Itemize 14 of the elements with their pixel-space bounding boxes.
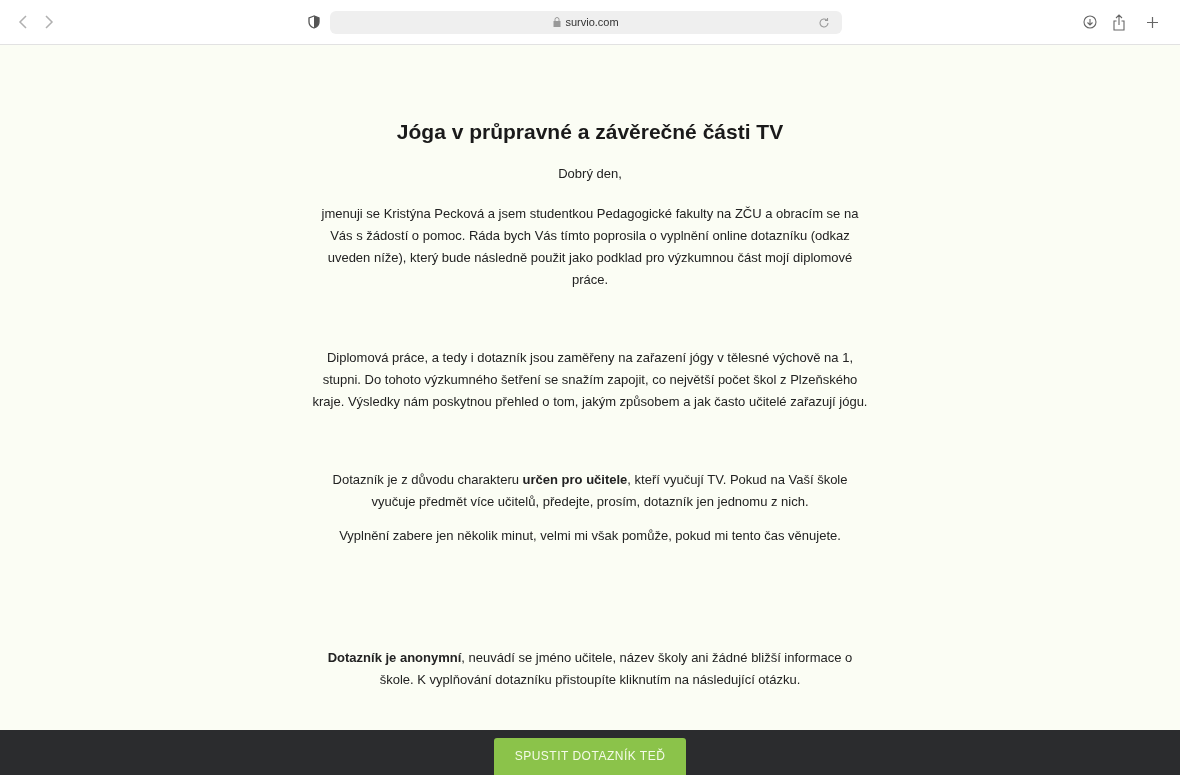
shield-icon[interactable]: [308, 15, 320, 29]
greeting-text: Dobrý den,: [558, 165, 622, 183]
address-bar[interactable]: survio.com: [330, 10, 842, 34]
intro-paragraph: Vyplnění zabere jen několik minut, velmi mi však pomůže, pokud mi tento čas věnujete.: [338, 527, 842, 545]
intro-paragraph: Dotazník je z důvodu charakteru určen pro učitele, kteří vyučují TV. Pokud na Vaší škole vyučuje předmět více učitelů, předejte, prosím, dotazník jen jednomu z nich.: [331, 471, 849, 511]
lock-icon: [553, 17, 562, 27]
share-icon[interactable]: [1112, 13, 1126, 31]
intro-paragraph: Diplomová práce, a tedy i dotazník jsou zaměřeny na zařazení jógy v tělesné výchově na 1, stupni. Do tohoto výzkumného šetření se snažím zapojit, co největší počet škol z Plzeňského kraje. Výsledky nám poskytnou přehled o tom, jakým způsobem a jak často učitelé zařazují jógu.: [311, 349, 869, 411]
address-text: survio.com: [565, 16, 619, 28]
download-icon[interactable]: [1083, 15, 1097, 29]
intro-paragraph: jmenuji se Kristýna Pecková a jsem studentkou Pedagogické fakulty na ZČU a obracím se na Vás s žádostí o pomoc. Ráda bych Vás tímto poprosila o vyplnění online dotazníku (odkaz uveden níže), který bude následně použit jako podklad pro výzkumnou část mojí diplomové práce.: [320, 205, 860, 289]
intro-paragraph: Dotazník je anonymní, neuvádí se jméno učitele, název školy ani žádné bližší informace o škole. K vyplňování dotazníku přistoupíte kliknutím na následující otázku.: [326, 649, 854, 689]
new-tab-icon[interactable]: [1146, 15, 1159, 29]
survey-title: Jóga v průpravné a závěrečné části TV: [396, 119, 784, 145]
